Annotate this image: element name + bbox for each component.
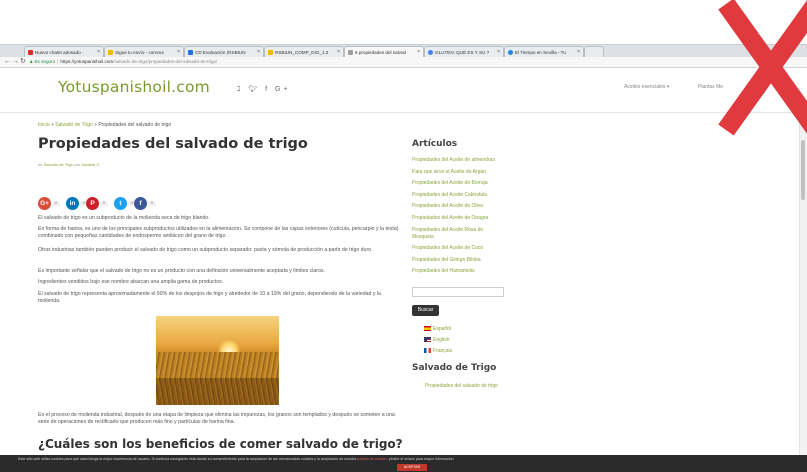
sidebar-article-link[interactable]: Propiedades del Aceite Rosa de Mosqueta	[412, 225, 490, 243]
sidebar-articles-title: Artículos	[412, 139, 458, 149]
meta-category-link[interactable]: Salvado de Trigo	[44, 162, 74, 167]
wheat-field-image	[156, 316, 279, 405]
share-count: 0	[148, 201, 156, 206]
url-field[interactable]: 🔒︎ Es seguro | https://yotuspanishoil.com/s…	[30, 57, 217, 67]
google-plus-icon[interactable]: G+	[275, 86, 291, 93]
google-plus-share-icon[interactable]: G+	[38, 197, 51, 210]
sidebar-article-link[interactable]: Propiedades del Aceite de almendras	[412, 155, 522, 167]
accept-cookies-button[interactable]: ACEPTAR	[397, 464, 427, 471]
sidebar-section-title: Salvado de Trigo	[412, 363, 497, 373]
language-spanish[interactable]: Español	[424, 326, 451, 332]
breadcrumb: Inicio » Salvado de Trigo » Propiedades …	[38, 122, 171, 128]
linkedin-share-icon[interactable]: in	[66, 197, 79, 210]
twitter-icon[interactable]: 🐦︎	[248, 86, 260, 93]
site-header: Yotuspanishoil.com ℷ 🐦︎ f G+ Aceites ese…	[0, 68, 807, 113]
url-path: /salvado-de-trigo/propiedades-del-salvad…	[113, 59, 218, 64]
paragraph: En forma de harina, es uno de los princi…	[38, 226, 399, 240]
photo-foreground	[156, 378, 279, 405]
sidebar-article-link[interactable]: Propiedades del Aceite de Oliva	[412, 201, 522, 213]
search-button[interactable]: Buscar	[412, 305, 439, 316]
rss-icon[interactable]: ℷ	[237, 86, 243, 93]
language-label: Français	[433, 348, 453, 354]
scrollbar-thumb[interactable]	[801, 140, 805, 200]
meta-in: en	[38, 162, 43, 167]
page-title: Propiedades del salvado de trigo	[38, 136, 308, 152]
weather-icon	[508, 50, 513, 55]
paragraph: Otras industrias también pueden producir…	[38, 247, 373, 253]
share-count: 0	[52, 201, 60, 206]
screen-top	[0, 0, 807, 44]
meta-author-link[interactable]: Daniela S	[82, 162, 99, 167]
facebook-share-icon[interactable]: f	[134, 197, 147, 210]
us-flag-icon	[424, 337, 431, 342]
gmail-icon	[28, 50, 33, 55]
search-input[interactable]	[412, 287, 504, 297]
breadcrumb-category[interactable]: Salvado de Trigo	[55, 122, 93, 128]
meta-by: por	[74, 162, 81, 167]
page-content: Inicio » Salvado de Trigo » Propiedades …	[0, 113, 807, 455]
cookie-policy-link[interactable]: política de cookies	[357, 457, 387, 461]
france-flag-icon	[424, 348, 431, 353]
sidebar-article-link[interactable]: Propiedades del Ginkgo Biloba	[412, 255, 522, 267]
sidebar-article-link[interactable]: Propiedades del Hamamelis	[412, 266, 522, 278]
secure-label: Es seguro	[34, 59, 56, 64]
breadcrumb-home[interactable]: Inicio	[38, 122, 50, 128]
sidebar-article-link[interactable]: Para que sirve el Aceite de Argán	[412, 167, 522, 179]
section-heading: ¿Cuáles son los beneficios de comer salv…	[38, 437, 403, 451]
url-host: https://yotuspanishoil.com	[60, 59, 114, 64]
pinterest-share-icon[interactable]: P	[86, 197, 99, 210]
url-separator: |	[57, 59, 59, 64]
paragraph: Es importante señalar que el salvado de …	[38, 268, 325, 274]
language-label: Español	[433, 326, 452, 332]
language-english[interactable]: English	[424, 337, 449, 343]
twitter-share-icon[interactable]: t	[114, 197, 127, 210]
back-arrow-icon[interactable]: ←	[4, 57, 11, 67]
paragraph: En el proceso de molienda industrial, de…	[38, 412, 395, 426]
paragraph: El salvado de trigo representa aproximad…	[38, 291, 381, 305]
file-icon	[268, 50, 273, 55]
post-meta: en Salvado de Trigo por Daniela S	[38, 162, 99, 167]
spain-flag-icon	[424, 326, 431, 331]
site-logo[interactable]: Yotuspanishoil.com	[58, 78, 210, 96]
site-icon	[428, 50, 433, 55]
drive-icon	[188, 50, 193, 55]
forward-arrow-icon[interactable]: →	[12, 57, 19, 67]
cookie-text: Este sitio web utiliza cookies para que …	[18, 457, 455, 461]
cookie-message: Este sitio web utiliza cookies para que …	[18, 457, 357, 461]
breadcrumb-current: Propiedades del salvado de trigo	[98, 122, 172, 128]
paragraph: Ingredientes vendidos bajo ese nombre ab…	[38, 279, 224, 285]
paragraph: El salvado de trigo es un subproducto de…	[38, 215, 210, 221]
browser-tab-bar: Nuevo chalet adosado · × Sigue tu envío -…	[0, 44, 807, 58]
nav-item-aceites[interactable]: Aceites esenciales ▾	[624, 84, 669, 90]
reload-icon[interactable]: ↻	[20, 57, 26, 67]
language-label: English	[433, 337, 450, 343]
language-french[interactable]: Français	[424, 348, 452, 354]
cookie-message-end: , pinche el enlace para mayor informació…	[386, 457, 455, 461]
lock-icon: 🔒︎	[30, 59, 33, 64]
social-links: ℷ 🐦︎ f G+	[237, 85, 291, 93]
cookie-banner: Este sitio web utiliza cookies para que …	[0, 455, 807, 472]
address-bar: ← → ↻ 🔒︎ Es seguro | https://yotuspanishoil…	[0, 57, 807, 68]
facebook-icon[interactable]: f	[265, 86, 270, 93]
sidebar-article-link[interactable]: Propiedades del Aceite Caléndula	[412, 190, 522, 202]
sidebar-article-link[interactable]: Propiedades del Aceite de Borraja	[412, 178, 522, 190]
sidebar-article-link[interactable]: Propiedades del Aceite de Coco	[412, 243, 522, 255]
page-icon	[348, 50, 353, 55]
share-count: 0	[100, 201, 108, 206]
sidebar-section-link[interactable]: Propiedades del salvado de trigo	[425, 383, 498, 389]
sidebar-article-link[interactable]: Propiedades del Aceite de Onagra	[412, 213, 522, 225]
correos-icon	[108, 50, 113, 55]
sidebar-article-list: Propiedades del Aceite de almendras Para…	[412, 155, 522, 278]
close-x-overlay-icon	[718, 0, 807, 136]
